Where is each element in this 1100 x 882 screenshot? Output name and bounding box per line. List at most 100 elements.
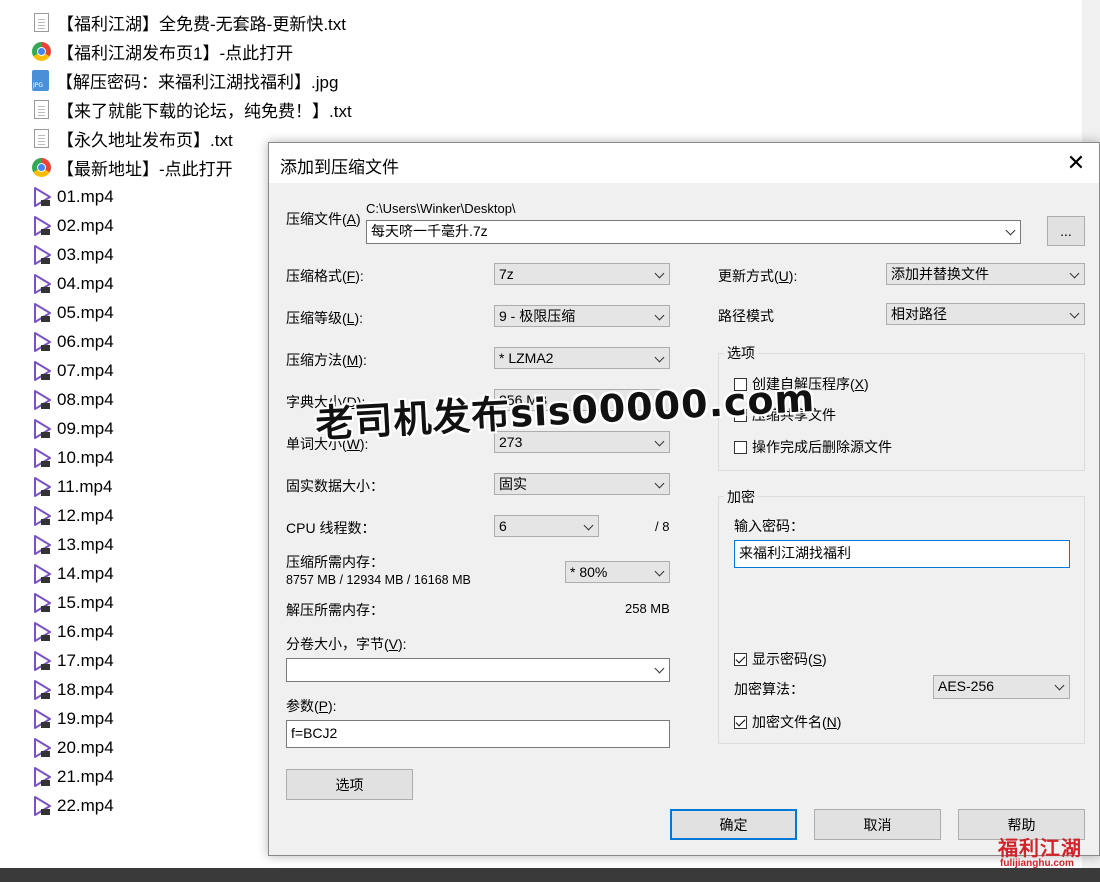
options-button[interactable]: 选项 — [286, 769, 413, 800]
chevron-down-icon — [1054, 680, 1065, 691]
chevron-down-icon — [654, 310, 665, 321]
file-name: 05.mp4 — [57, 302, 114, 322]
file-name: 16.mp4 — [57, 621, 114, 641]
mem-compress-detail: 8757 MB / 12934 MB / 16168 MB — [286, 573, 471, 587]
file-list-item[interactable]: 【来了就能下载的论坛，纯免费！】.txt — [32, 95, 352, 124]
mem-decompress-label: 解压所需内存： — [286, 602, 384, 618]
chevron-down-icon — [654, 566, 665, 577]
file-list-item[interactable]: 14.mp4 — [32, 559, 114, 588]
cpu-select[interactable]: 6 — [494, 515, 599, 537]
file-list-item[interactable]: 18.mp4 — [32, 675, 114, 704]
video-file-icon — [32, 534, 54, 556]
chevron-down-icon — [654, 478, 665, 489]
ok-button[interactable]: 确定 — [670, 809, 797, 840]
file-name: 【永久地址发布页】.txt — [57, 131, 233, 150]
video-file-icon — [32, 302, 54, 324]
pathmode-label: 路径模式 — [718, 308, 774, 324]
file-list-item[interactable]: 21.mp4 — [32, 762, 114, 791]
chrome-link-icon — [32, 158, 51, 177]
archive-label: 压缩文件(A) — [286, 211, 361, 227]
format-select[interactable]: 7z — [494, 263, 670, 285]
file-list-item[interactable]: 07.mp4 — [32, 356, 114, 385]
mem-usage-select[interactable]: * 80% — [565, 561, 670, 583]
file-list-item[interactable]: 【福利江湖发布页1】-点此打开 — [32, 37, 293, 66]
file-list-item[interactable]: 04.mp4 — [32, 269, 114, 298]
video-file-icon — [32, 650, 54, 672]
file-list-item[interactable]: 08.mp4 — [32, 385, 114, 414]
file-list-item[interactable]: 10.mp4 — [32, 443, 114, 472]
file-list-item[interactable]: 06.mp4 — [32, 327, 114, 356]
video-file-icon — [32, 795, 54, 817]
file-name: 08.mp4 — [57, 389, 114, 409]
file-list-item[interactable]: 20.mp4 — [32, 733, 114, 762]
level-label: 压缩等级(L): — [286, 310, 364, 326]
update-select[interactable]: 添加并替换文件 — [886, 263, 1085, 285]
delete-source-checkbox[interactable]: 操作完成后删除源文件 — [734, 437, 892, 457]
video-file-icon — [32, 244, 54, 266]
file-name: 01.mp4 — [57, 186, 114, 206]
volume-combo[interactable] — [286, 658, 670, 682]
file-list-item[interactable]: 01.mp4 — [32, 182, 114, 211]
close-button[interactable]: ✕ — [1053, 143, 1099, 183]
file-name: 【最新地址】-点此打开 — [57, 160, 233, 179]
chevron-down-icon — [654, 352, 665, 363]
file-list-item[interactable]: 03.mp4 — [32, 240, 114, 269]
show-password-checkbox[interactable]: 显示密码(S) — [734, 649, 827, 669]
update-label: 更新方式(U): — [718, 268, 798, 284]
video-file-icon — [32, 737, 54, 759]
file-name: 06.mp4 — [57, 331, 114, 351]
logo-text: 福利江湖 — [998, 838, 1082, 860]
archive-name-combo[interactable]: 每天哜一千毫升.7z — [366, 220, 1021, 244]
file-list-item[interactable]: 05.mp4 — [32, 298, 114, 327]
level-select[interactable]: 9 - 极限压缩 — [494, 305, 670, 327]
chrome-link-icon — [32, 42, 51, 61]
file-name: 【福利江湖发布页1】-点此打开 — [57, 44, 294, 63]
method-select[interactable]: * LZMA2 — [494, 347, 670, 369]
file-list-item[interactable]: 【解压密码：来福利江湖找福利】.jpg — [32, 66, 338, 95]
file-name: 21.mp4 — [57, 766, 114, 786]
file-list-item[interactable]: 17.mp4 — [32, 646, 114, 675]
file-name: 18.mp4 — [57, 679, 114, 699]
cancel-button[interactable]: 取消 — [814, 809, 941, 840]
file-list-item[interactable]: 09.mp4 — [32, 414, 114, 443]
encryption-group-title: 加密 — [724, 487, 758, 507]
video-file-icon — [32, 360, 54, 382]
chevron-down-icon — [1005, 225, 1016, 236]
file-list-item[interactable]: 【福利江湖】全免费-无套路-更新快.txt — [32, 8, 346, 37]
video-file-icon — [32, 215, 54, 237]
chevron-down-icon — [1069, 268, 1080, 279]
file-name: 10.mp4 — [57, 447, 114, 467]
file-name: 11.mp4 — [57, 476, 113, 496]
pathmode-select[interactable]: 相对路径 — [886, 303, 1085, 325]
file-list-item[interactable]: 13.mp4 — [32, 530, 114, 559]
file-list-item[interactable]: 16.mp4 — [32, 617, 114, 646]
file-name: 13.mp4 — [57, 534, 114, 554]
encrypt-names-checkbox[interactable]: 加密文件名(N) — [734, 712, 841, 732]
file-list-item[interactable]: 12.mp4 — [32, 501, 114, 530]
cpu-total: / 8 — [655, 519, 670, 534]
algo-label: 加密算法： — [734, 681, 804, 697]
file-name: 19.mp4 — [57, 708, 114, 728]
file-list-item[interactable]: 02.mp4 — [32, 211, 114, 240]
solid-select[interactable]: 固实 — [494, 473, 670, 495]
params-input[interactable]: f=BCJ2 — [286, 720, 670, 748]
archive-path: C:\Users\Winker\Desktop\ — [366, 201, 516, 216]
file-list-item[interactable]: 11.mp4 — [32, 472, 112, 501]
file-list-item[interactable]: 【最新地址】-点此打开 — [32, 153, 233, 182]
video-file-icon — [32, 186, 54, 208]
file-name: 【福利江湖】全免费-无套路-更新快.txt — [57, 15, 346, 34]
file-list-item[interactable]: 15.mp4 — [32, 588, 114, 617]
close-icon: ✕ — [1066, 150, 1086, 175]
file-name: 20.mp4 — [57, 737, 114, 757]
algo-select[interactable]: AES-256 — [933, 675, 1070, 699]
browse-button[interactable]: ... — [1047, 216, 1085, 246]
file-list-item[interactable]: 22.mp4 — [32, 791, 114, 820]
video-file-icon — [32, 389, 54, 411]
video-file-icon — [32, 476, 54, 498]
file-list-item[interactable]: 19.mp4 — [32, 704, 114, 733]
file-list-item[interactable]: 【永久地址发布页】.txt — [32, 124, 233, 153]
logo-url: fulijianghu.com — [1000, 858, 1074, 869]
password-input[interactable]: 来福利江湖找福利 — [734, 540, 1070, 568]
add-to-archive-dialog: 添加到压缩文件 ✕ 压缩文件(A) C:\Users\Winker\Deskto… — [268, 142, 1100, 856]
video-file-icon — [32, 418, 54, 440]
